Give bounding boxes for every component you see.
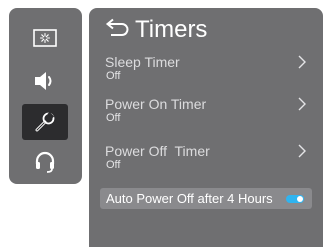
menu-item-label: Power Off Timer bbox=[105, 143, 210, 159]
page-title: Timers bbox=[135, 16, 208, 43]
timers-panel: Timers Sleep Timer Off Power On Timer Of… bbox=[89, 8, 323, 247]
chevron-right-icon bbox=[298, 55, 306, 69]
menu-item-power-on-timer[interactable]: Power On Timer Off bbox=[89, 96, 323, 136]
menu-item-value: Off bbox=[106, 70, 121, 82]
auto-power-off-toggle-row[interactable]: Auto Power Off after 4 Hours bbox=[100, 188, 312, 209]
menu-item-label: Sleep Timer bbox=[105, 54, 180, 70]
back-arrow-icon[interactable] bbox=[102, 18, 131, 42]
menu-item-value: Off bbox=[106, 112, 121, 124]
headset-icon bbox=[35, 151, 55, 173]
sidebar-item-support[interactable] bbox=[22, 144, 68, 180]
menu-item-power-off-timer[interactable]: Power Off Timer Off bbox=[89, 143, 323, 183]
toggle-switch[interactable] bbox=[286, 195, 304, 203]
toggle-knob bbox=[297, 196, 303, 202]
sidebar-item-settings[interactable] bbox=[22, 104, 68, 140]
sidebar-item-sound[interactable] bbox=[22, 63, 68, 99]
menu-item-value: Off bbox=[106, 159, 121, 171]
speaker-icon bbox=[35, 72, 52, 90]
chevron-right-icon bbox=[298, 97, 306, 111]
chevron-right-icon bbox=[298, 144, 306, 158]
sidebar-item-picture[interactable] bbox=[22, 20, 68, 56]
picture-settings-icon bbox=[33, 29, 57, 47]
menu-item-label: Power On Timer bbox=[105, 96, 207, 112]
toggle-label: Auto Power Off after 4 Hours bbox=[106, 191, 273, 206]
menu-item-sleep-timer[interactable]: Sleep Timer Off bbox=[89, 54, 323, 94]
wrench-icon bbox=[35, 111, 55, 132]
sidebar bbox=[9, 8, 82, 184]
